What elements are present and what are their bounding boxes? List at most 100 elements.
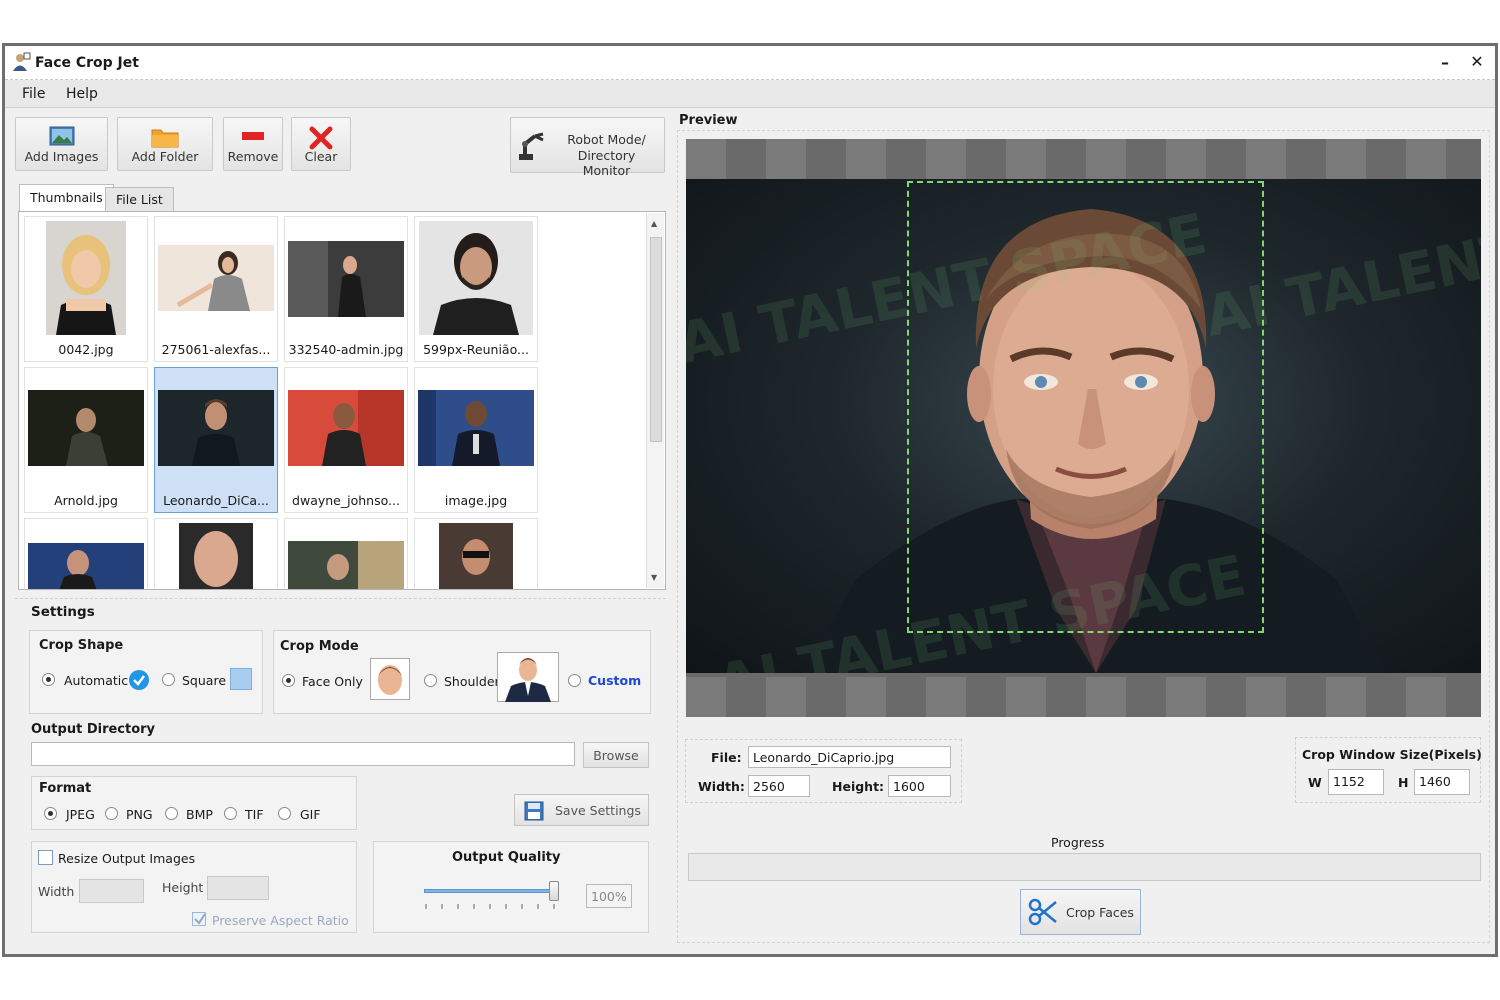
format-title: Format [39, 781, 92, 796]
tab-thumbnails[interactable]: Thumbnails [19, 184, 114, 212]
thumbnail-item[interactable] [154, 518, 278, 589]
thumbnail-item[interactable]: Arnold.jpg [24, 367, 148, 513]
thumbnail-image [28, 390, 144, 466]
preview-image-area[interactable]: AI TALENT SPACE AI TALENT SPACE AI TALEN… [686, 139, 1481, 717]
height-value-field: 1600 [888, 775, 951, 797]
crop-mode-face-only-radio[interactable] [282, 674, 295, 687]
quality-slider-track[interactable] [424, 889, 556, 893]
thumbnail-image [419, 221, 533, 335]
thumbnail-image [46, 221, 126, 335]
resize-width-input[interactable] [79, 879, 144, 903]
width-label: Width: [698, 779, 745, 794]
crop-mode-custom-label[interactable]: Custom [588, 673, 641, 688]
thumbnail-item[interactable]: 332540-admin.jpg [284, 216, 408, 362]
thumbnail-panel: 0042.jpg 275061-alexfas... 332540-admin.… [18, 211, 666, 590]
browse-button[interactable]: Browse [583, 742, 649, 768]
format-jpeg-radio[interactable] [44, 807, 57, 820]
minimize-button[interactable]: – [1435, 50, 1455, 74]
crop-window-rect[interactable] [907, 181, 1264, 633]
thumbnail-image [158, 245, 274, 311]
crop-height-label: H [1398, 775, 1409, 790]
progress-bar [688, 853, 1481, 881]
robot-mode-label-2: Directory Monitor [577, 148, 636, 178]
crop-faces-button[interactable]: Crop Faces [1020, 889, 1141, 935]
resize-width-label: Width [38, 884, 75, 899]
thumbnail-caption: 599px-Reunião... [423, 342, 529, 357]
height-label: Height: [832, 779, 885, 794]
add-images-button[interactable]: Add Images [15, 117, 108, 171]
face-only-icon [370, 658, 410, 700]
format-tif-label: TIF [245, 807, 264, 822]
scroll-up-arrow-icon[interactable]: ▲ [651, 219, 657, 228]
robot-mode-button[interactable]: Robot Mode/ Directory Monitor [510, 117, 665, 178]
thumbnail-caption: Leonardo_DiCa... [163, 493, 269, 508]
thumbnail-caption: 332540-admin.jpg [288, 342, 404, 357]
thumbnail-item[interactable]: 275061-alexfas... [154, 216, 278, 362]
thumbnail-item[interactable]: 0042.jpg [24, 216, 148, 362]
crop-shape-automatic-radio[interactable] [42, 673, 55, 686]
preserve-aspect-label: Preserve Aspect Ratio [212, 913, 349, 928]
format-gif-radio[interactable] [278, 807, 291, 820]
thumbnail-item[interactable]: Leonardo_DiCa... [154, 367, 278, 513]
menu-file[interactable]: File [22, 86, 45, 102]
crop-width-input[interactable]: 1152 [1328, 769, 1384, 795]
resize-output-label: Resize Output Images [58, 851, 196, 866]
menu-help[interactable]: Help [66, 86, 98, 102]
thumbnail-caption: image.jpg [444, 493, 508, 508]
app-title: Face Crop Jet [35, 55, 139, 71]
thumbnail-scrollbar[interactable]: ▲ ▼ [646, 213, 664, 588]
quality-value-field[interactable]: 100% [586, 884, 632, 908]
clear-button[interactable]: Clear [291, 117, 351, 171]
thumbnail-image [288, 541, 404, 589]
remove-button[interactable]: Remove [223, 117, 283, 171]
thumbnail-image [439, 523, 513, 589]
format-png-radio[interactable] [105, 807, 118, 820]
format-group: Format JPEG PNG BMP TIF GIF [31, 776, 357, 830]
close-button[interactable]: ✕ [1467, 50, 1487, 74]
thumbnail-caption: Arnold.jpg [54, 493, 118, 508]
thumbnail-item[interactable]: dwayne_johnso... [284, 367, 408, 513]
thumbnail-item[interactable] [24, 518, 148, 589]
robot-arm-icon [519, 132, 544, 160]
crop-mode-custom-radio[interactable] [568, 674, 581, 687]
add-folder-button[interactable]: Add Folder [117, 117, 213, 171]
preview-letterbox-bottom [686, 677, 1481, 717]
output-quality-title: Output Quality [452, 850, 561, 865]
format-bmp-radio[interactable] [165, 807, 178, 820]
minus-icon [242, 132, 264, 140]
preserve-aspect-checkbox[interactable] [192, 912, 206, 926]
thumbnail-image [179, 523, 253, 589]
tab-file-list[interactable]: File List [105, 187, 174, 211]
output-directory-input[interactable] [31, 742, 575, 766]
shoulder-icon [497, 652, 559, 702]
thumbnail-image [28, 543, 144, 589]
thumbnail-item[interactable]: image.jpg [414, 367, 538, 513]
thumbnail-item[interactable]: 599px-Reunião... [414, 216, 538, 362]
scroll-thumb[interactable] [650, 237, 662, 442]
thumbnail-item[interactable] [414, 518, 538, 589]
clear-x-icon [309, 126, 333, 150]
crop-faces-label: Crop Faces [1066, 905, 1134, 920]
folder-icon [151, 129, 179, 148]
save-settings-button[interactable]: Save Settings [514, 794, 649, 826]
crop-mode-face-only-label: Face Only [302, 674, 363, 689]
crop-mode-group: Crop Mode Face Only Shoulder Custom [273, 630, 651, 714]
quality-slider-thumb[interactable] [549, 881, 559, 901]
crop-height-input[interactable]: 1460 [1414, 769, 1470, 795]
resize-height-input[interactable] [207, 876, 269, 900]
thumbnail-item[interactable] [284, 518, 408, 589]
thumbnail-image [158, 390, 274, 466]
scissors-icon [1028, 898, 1057, 926]
thumbnail-caption: 275061-alexfas... [161, 342, 271, 357]
file-info-group: File: Leonardo_DiCaprio.jpg Width: 2560 … [685, 739, 962, 803]
app-window: Face Crop Jet – ✕ File Help Add Images A… [2, 43, 1498, 957]
format-tif-radio[interactable] [224, 807, 237, 820]
thumbnail-caption: 0042.jpg [58, 342, 114, 357]
resize-output-checkbox[interactable] [38, 850, 53, 865]
width-value-field: 2560 [748, 775, 810, 797]
crop-mode-shoulder-radio[interactable] [424, 674, 437, 687]
crop-shape-square-radio[interactable] [162, 673, 175, 686]
scroll-down-arrow-icon[interactable]: ▼ [651, 573, 657, 582]
progress-label: Progress [1051, 835, 1105, 850]
title-bar: Face Crop Jet – ✕ [5, 46, 1495, 80]
